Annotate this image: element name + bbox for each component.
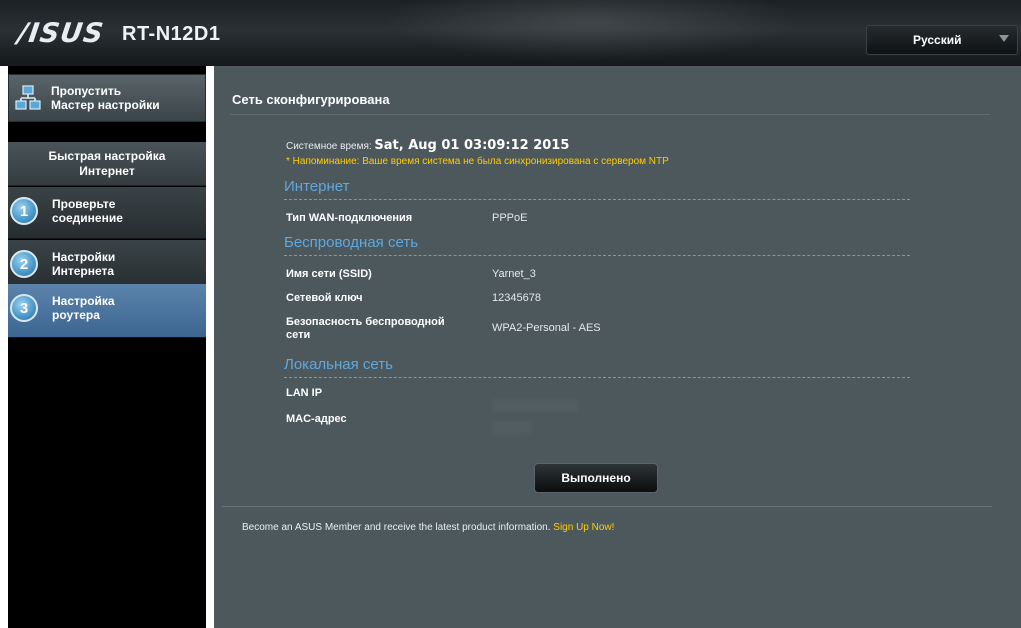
quick-setup-title: Быстрая настройка Интернет — [8, 142, 206, 186]
model-name: RT-N12D1 — [122, 23, 221, 45]
step-label-line: Настройка — [52, 294, 115, 308]
ssid-label: Имя сети (SSID) — [286, 268, 372, 280]
step-label-line: роутера — [52, 308, 100, 322]
wireless-security-line: Безопасность беспроводной — [286, 316, 445, 328]
footer-divider — [222, 506, 992, 507]
lan-ip-label: LAN IP — [286, 387, 323, 399]
wireless-security-value: WPA2-Personal - AES — [492, 322, 601, 334]
network-icon — [15, 85, 41, 110]
step-label: Настройки Интернета — [52, 250, 115, 278]
chevron-down-icon — [999, 35, 1009, 42]
step-label: Проверьте соединение — [52, 197, 123, 225]
mac-address-value-redacted: ░░░░░ — [492, 422, 531, 434]
ssid-value: Yarnet_3 — [492, 268, 536, 280]
wireless-security-line: сети — [286, 329, 311, 341]
skip-wizard-button[interactable]: Пропустить Мастер настройки — [8, 74, 206, 122]
member-promo: Become an ASUS Member and receive the la… — [242, 522, 614, 533]
sidebar-step-router-settings[interactable]: 3 Настройка роутера — [8, 284, 206, 338]
system-time-label: Системное время: — [286, 141, 372, 152]
signup-link[interactable]: Sign Up Now! — [553, 522, 614, 533]
mac-address-label: MAC-адрес — [286, 413, 347, 425]
step-number-badge: 3 — [10, 294, 38, 322]
section-internet-title: Интернет — [284, 178, 910, 200]
section-wireless-title: Беспроводная сеть — [284, 234, 910, 256]
step-label-line: соединение — [52, 211, 123, 225]
asus-logo[interactable]: /ISUS — [15, 17, 106, 49]
member-promo-text: Become an ASUS Member and receive the la… — [242, 522, 551, 533]
wireless-security-label: Безопасность беспроводной сети — [286, 316, 445, 342]
header-sheen — [380, 0, 800, 60]
step-label-line: Проверьте — [52, 197, 116, 211]
step-label: Настройка роутера — [52, 294, 115, 322]
wan-type-value: PPPoE — [492, 212, 528, 224]
wan-type-label: Тип WAN-подключения — [286, 212, 413, 224]
sidebar-step-check-connection[interactable]: 1 Проверьте соединение — [8, 187, 206, 239]
skip-wizard-line: Пропустить — [51, 84, 122, 98]
main-panel: Сеть сконфигурирована Системное время: S… — [214, 66, 1021, 628]
language-value: Русский — [913, 33, 962, 47]
skip-wizard-label: Пропустить Мастер настройки — [51, 84, 160, 112]
step-label-line: Настройки — [52, 250, 116, 264]
section-lan-title: Локальная сеть — [284, 356, 910, 378]
top-bar: /ISUS RT-N12D1 Русский — [0, 0, 1021, 66]
network-key-value: 12345678 — [492, 292, 541, 304]
step-label-line: Интернета — [52, 264, 115, 278]
brand-logo-text: /ISUS — [15, 17, 106, 49]
language-select[interactable]: Русский — [866, 25, 1018, 55]
skip-wizard-line: Мастер настройки — [51, 98, 160, 112]
network-key-label: Сетевой ключ — [286, 292, 363, 304]
title-divider — [230, 114, 990, 115]
done-button[interactable]: Выполнено — [534, 463, 658, 493]
system-time: Системное время: Sat, Aug 01 03:09:12 20… — [286, 138, 569, 153]
step-number-badge: 2 — [10, 250, 38, 278]
lan-ip-value-redacted: ░░░░░░░░░░░ — [492, 400, 578, 412]
system-time-value: Sat, Aug 01 03:09:12 2015 — [374, 138, 570, 153]
page-title: Сеть сконфигурирована — [232, 92, 390, 107]
ntp-warning: * Напоминание: Ваше время система не был… — [286, 156, 669, 167]
step-number-badge: 1 — [10, 197, 38, 225]
quick-setup-line: Быстрая настройка — [48, 149, 166, 163]
sidebar: Пропустить Мастер настройки Быстрая наст… — [8, 66, 206, 628]
quick-setup-line: Интернет — [79, 164, 135, 178]
